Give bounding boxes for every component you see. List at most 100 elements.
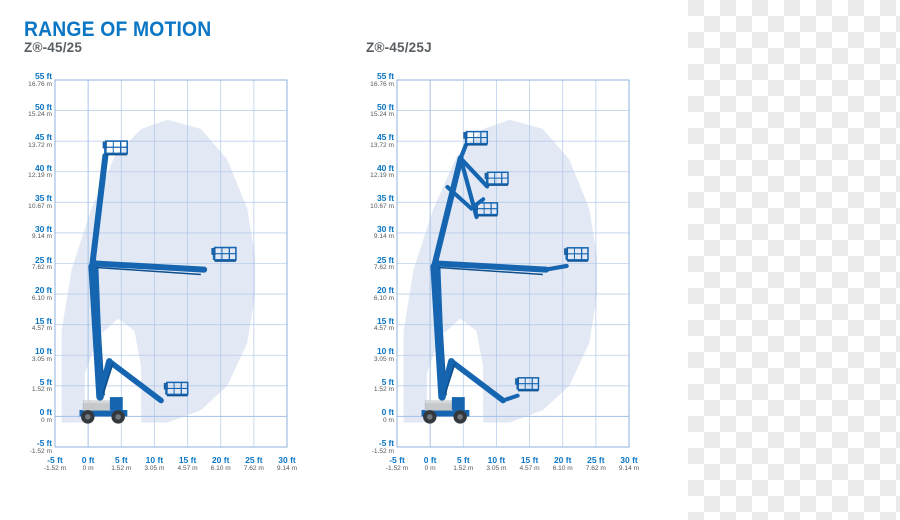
y-tick-label-m: 6.10 m [373,294,394,302]
y-tick-label-m: 10.67 m [28,202,52,210]
y-tick-label-m: 12.19 m [28,172,52,180]
y-tick-45ft: 45 ft 13.72 m [350,133,394,149]
x-tick-label-m: 9.14 m [618,464,640,472]
y-tick-label-ft: 35 ft [35,193,52,204]
y-tick-5ft: 5 ft 1.52 m [350,378,394,394]
y-tick-label-ft: 50 ft [35,101,52,112]
y-tick-label-m: 6.10 m [31,294,52,302]
basket-control-box [564,248,569,255]
y-tick-label-ft: 45 ft [35,132,52,143]
turntable [451,397,465,410]
turntable [109,397,123,410]
y-tick-label-ft: 30 ft [377,223,394,234]
y-tick-label-m: 15.24 m [370,111,394,119]
y-tick-25ft: 25 ft 7.62 m [8,254,52,272]
y-tick-20ft: 20 ft 6.10 m [8,286,52,302]
y-tick-label-ft: 0 ft [381,407,394,418]
wheel-front-hub [115,414,121,420]
y-tick-30ft: 30 ft 9.14 m [8,225,52,241]
y-tick-45ft: 45 ft 13.72 m [8,133,52,149]
y-tick-0ft: 0 ft 0 m [8,408,52,424]
basket-control-box [102,141,107,149]
y-tick-label-m: 3.05 m [31,355,52,363]
basket-control-box [484,172,489,180]
chart-title-left: Z®-45/25 [24,40,82,55]
y-tick-label-ft: 10 ft [377,346,394,357]
y-tick-10ft: 10 ft 3.05 m [8,347,52,363]
y-tick-0ft: 0 ft 0 m [350,408,394,424]
x-tick-30ft: 30 ft 9.14 m [609,456,649,472]
y-tick-label-m: 4.57 m [31,325,52,333]
y-tick-label-ft: 5 ft [381,376,394,387]
y-tick-label-m: 16.76 m [370,80,394,88]
y-tick-label-m: 7.62 m [31,264,52,271]
y-tick-label-ft: 50 ft [377,101,394,112]
y-tick-label-m: 10.67 m [370,202,394,210]
y-tick--5ft: -5 ft -1.52 m [350,439,394,455]
y-tick-40ft: 40 ft 12.19 m [8,164,52,180]
y-tick-50ft: 50 ft 15.24 m [350,103,394,119]
y-tick-label-m: -1.52 m [29,447,52,455]
engine-cover-top [83,400,111,404]
range-of-motion-page: RANGE OF MOTION Z®-45/25 55 ft 16.76 m 50 … [0,0,900,520]
y-tick-label-m: 0 m [383,416,394,424]
y-tick-label-m: -1.52 m [371,447,394,455]
y-tick-label-ft: 40 ft [377,162,394,173]
y-tick-10ft: 10 ft 3.05 m [350,347,394,363]
basket-control-box [163,382,168,390]
y-tick-label-ft: 20 ft [377,285,394,296]
y-tick-label-ft: 35 ft [377,193,394,204]
y-tick-label-m: 7.62 m [373,264,394,271]
y-tick-40ft: 40 ft 12.19 m [350,164,394,180]
plot-area-right [396,79,630,448]
basket-control-box [515,378,520,385]
y-tick-25ft: 25 ft 7.62 m [350,254,394,272]
y-tick-label-m: 0 m [41,416,52,424]
y-tick-label-m: 13.72 m [28,141,52,149]
x-tick-label-ft: 30 ft [620,455,638,465]
y-tick-label-ft: 55 ft [377,71,394,81]
wheel-rear-hub [85,414,91,420]
y-tick-label-ft: -5 ft [36,438,52,448]
y-tick-label-m: 16.76 m [28,80,52,88]
y-tick-label-ft: 25 ft [35,254,52,265]
chart-title-right-text: Z®-45/25J [366,40,432,55]
y-tick-15ft: 15 ft 4.57 m [350,317,394,333]
y-tick-label-m: 1.52 m [31,386,52,394]
y-tick-label-m: 13.72 m [370,141,394,149]
y-tick-35ft: 35 ft 10.67 m [350,194,394,210]
wheel-rear-hub [427,414,433,420]
x-tick-label-ft: 30 ft [278,455,296,465]
y-tick-label-ft: 15 ft [377,315,394,326]
x-tick-30ft: 30 ft 9.14 m [267,456,307,472]
y-tick-label-ft: 20 ft [35,285,52,296]
y-tick-55ft: 55 ft 16.76 m [350,72,394,88]
basket-control-box [211,248,216,255]
y-tick-label-m: 4.57 m [373,325,394,333]
y-tick-label-ft: 40 ft [35,162,52,173]
plot-area-left [54,79,288,448]
y-tick-label-m: 15.24 m [28,111,52,119]
y-tick-35ft: 35 ft 10.67 m [8,194,52,210]
y-tick-label-m: 1.52 m [373,386,394,394]
y-tick--5ft: -5 ft -1.52 m [8,439,52,455]
y-tick-label-ft: 45 ft [377,132,394,143]
y-tick-label-ft: 5 ft [39,376,52,387]
y-tick-55ft: 55 ft 16.76 m [8,72,52,88]
y-tick-label-m: 9.14 m [31,233,52,241]
wheel-front-hub [457,414,463,420]
working-envelope-svg-left [54,79,288,448]
chart-z-45-25: Z®-45/25 55 ft 16.76 m 50 ft 15.24 m 45 ft 13… [14,40,344,480]
y-tick-label-ft: 25 ft [377,254,394,265]
y-tick-label-m: 12.19 m [370,172,394,180]
y-tick-label-m: 9.14 m [373,233,394,241]
y-tick-20ft: 20 ft 6.10 m [350,286,394,302]
y-tick-label-m: 3.05 m [373,355,394,363]
y-tick-50ft: 50 ft 15.24 m [8,103,52,119]
y-tick-label-ft: 30 ft [35,223,52,234]
working-envelope-svg-right [396,79,630,448]
x-tick-label-m: 9.14 m [276,464,298,472]
y-tick-30ft: 30 ft 9.14 m [350,225,394,241]
y-tick-label-ft: 15 ft [35,315,52,326]
y-tick-label-ft: -5 ft [378,438,394,448]
